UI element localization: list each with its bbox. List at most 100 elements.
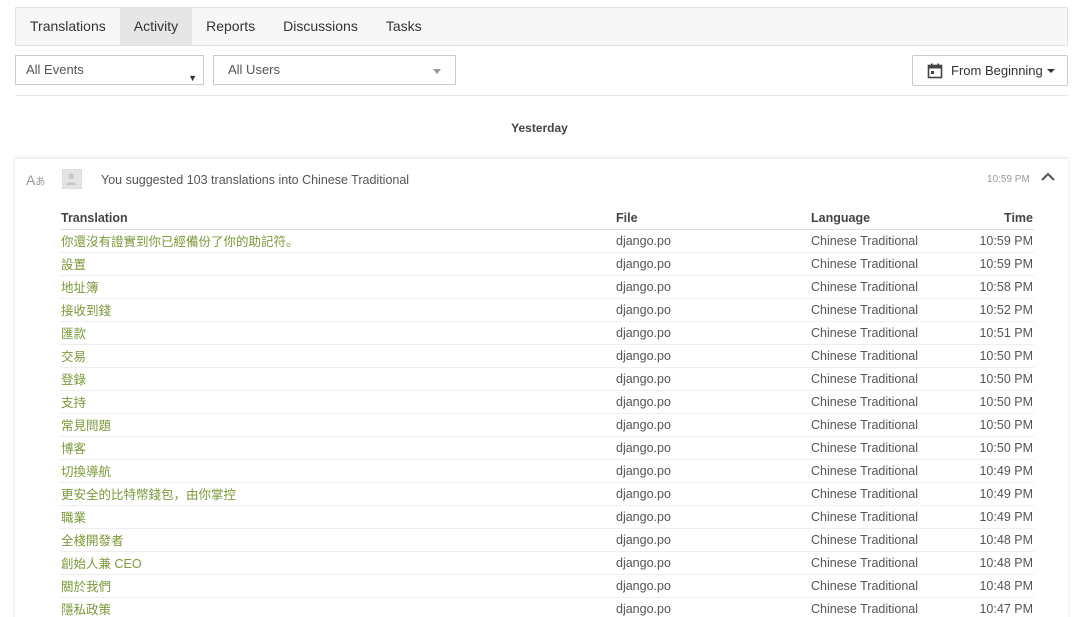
file-cell: django.po (615, 229, 810, 253)
language-cell: Chinese Traditional (810, 229, 960, 253)
time-cell: 10:48 PM (960, 574, 1034, 598)
events-filter-select[interactable]: All Events ▼ (15, 55, 204, 85)
tab-tasks[interactable]: Tasks (372, 8, 436, 45)
divider (15, 95, 1068, 96)
file-cell: django.po (615, 482, 810, 506)
translations-table: Translation File Language Time 你還沒有證實到你已… (60, 207, 1034, 617)
tab-translations[interactable]: Translations (16, 8, 120, 45)
time-cell: 10:52 PM (960, 298, 1034, 322)
time-cell: 10:49 PM (960, 459, 1034, 483)
caret-down-icon: ▼ (188, 73, 197, 83)
table-row: 更安全的比特幣錢包，由你掌控 django.po Chinese Tradition… (60, 482, 1034, 506)
language-cell: Chinese Traditional (810, 413, 960, 437)
table-row: 博客 django.po Chinese Traditional 10:50 PM (60, 436, 1034, 460)
column-header-time: Time (960, 207, 1034, 230)
file-cell: django.po (615, 413, 810, 437)
time-cell: 10:48 PM (960, 551, 1034, 575)
file-cell: django.po (615, 574, 810, 598)
column-header-translation: Translation (60, 207, 615, 230)
language-cell: Chinese Traditional (810, 459, 960, 483)
time-cell: 10:47 PM (960, 597, 1034, 617)
events-filter-value: All Events (26, 62, 84, 77)
calendar-icon (927, 63, 943, 78)
table-row: 交易 django.po Chinese Traditional 10:50 PM (60, 344, 1034, 368)
avatar (62, 169, 82, 189)
tab-discussions[interactable]: Discussions (269, 8, 372, 45)
table-row: 接收到錢 django.po Chinese Traditional 10:52 PM (60, 298, 1034, 322)
time-cell: 10:50 PM (960, 367, 1034, 391)
chevron-up-icon[interactable] (1040, 169, 1056, 185)
tab-activity[interactable]: Activity (119, 8, 193, 45)
table-row: 你還沒有證實到你已經備份了你的助記符。 django.po Chinese Trad… (60, 229, 1034, 253)
translation-link[interactable]: 接收到錢 (60, 298, 615, 322)
file-cell: django.po (615, 252, 810, 276)
translation-link[interactable]: 支持 (60, 390, 615, 414)
time-cell: 10:48 PM (960, 528, 1034, 552)
language-cell: Chinese Traditional (810, 321, 960, 345)
file-cell: django.po (615, 505, 810, 529)
translation-link[interactable]: 匯款 (60, 321, 615, 345)
table-row: 關於我們 django.po Chinese Traditional 10:48 PM (60, 574, 1034, 598)
file-cell: django.po (615, 321, 810, 345)
table-header-row: Translation File Language Time (60, 207, 1034, 230)
time-cell: 10:58 PM (960, 275, 1034, 299)
table-row: 創始人兼 CEO django.po Chinese Traditional 10:4… (60, 551, 1034, 575)
user-icon (65, 173, 77, 186)
table-row: 隱私政策 django.po Chinese Traditional 10:47 PM (60, 597, 1034, 617)
time-cell: 10:51 PM (960, 321, 1034, 345)
language-cell: Chinese Traditional (810, 252, 960, 276)
translation-link[interactable]: 地址簿 (60, 275, 615, 299)
translation-link[interactable]: 交易 (60, 344, 615, 368)
table-row: 登錄 django.po Chinese Traditional 10:50 PM (60, 367, 1034, 391)
translation-link[interactable]: 隱私政策 (60, 597, 615, 617)
translation-link[interactable]: 登錄 (60, 367, 615, 391)
translation-link[interactable]: 職業 (60, 505, 615, 529)
time-cell: 10:50 PM (960, 413, 1034, 437)
time-cell: 10:50 PM (960, 390, 1034, 414)
users-filter-value: All Users (228, 62, 281, 77)
language-cell: Chinese Traditional (810, 436, 960, 460)
tab-reports[interactable]: Reports (192, 8, 269, 45)
table-row: 切換導航 django.po Chinese Traditional 10:49 PM (60, 459, 1034, 483)
time-cell: 10:59 PM (960, 229, 1034, 253)
translation-link[interactable]: 創始人兼 CEO (60, 551, 615, 575)
time-cell: 10:50 PM (960, 436, 1034, 460)
translation-link[interactable]: 博客 (60, 436, 615, 460)
column-header-file: File (615, 207, 810, 230)
table-row: 匯款 django.po Chinese Traditional 10:51 PM (60, 321, 1034, 345)
translation-link[interactable]: 切換導航 (60, 459, 615, 483)
table-row: 設置 django.po Chinese Traditional 10:59 PM (60, 252, 1034, 276)
table-row: 全棧開發者 django.po Chinese Traditional 10:48 P… (60, 528, 1034, 552)
language-cell: Chinese Traditional (810, 528, 960, 552)
translation-link[interactable]: 常見問題 (60, 413, 615, 437)
language-cell: Chinese Traditional (810, 551, 960, 575)
date-range-label: From Beginning (951, 63, 1043, 78)
translation-link[interactable]: 關於我們 (60, 574, 615, 598)
date-range-button[interactable]: From Beginning (912, 55, 1068, 86)
language-cell: Chinese Traditional (810, 344, 960, 368)
translation-link[interactable]: 全棧開發者 (60, 528, 615, 552)
file-cell: django.po (615, 275, 810, 299)
table-row: 職業 django.po Chinese Traditional 10:49 PM (60, 505, 1034, 529)
users-filter-select[interactable]: All Users (213, 55, 456, 85)
language-cell: Chinese Traditional (810, 505, 960, 529)
time-cell: 10:59 PM (960, 252, 1034, 276)
language-cell: Chinese Traditional (810, 597, 960, 617)
time-cell: 10:49 PM (960, 505, 1034, 529)
file-cell: django.po (615, 597, 810, 617)
file-cell: django.po (615, 390, 810, 414)
table-row: 支持 django.po Chinese Traditional 10:50 PM (60, 390, 1034, 414)
language-cell: Chinese Traditional (810, 298, 960, 322)
translation-link[interactable]: 設置 (60, 252, 615, 276)
translation-link[interactable]: 你還沒有證實到你已經備份了你的助記符。 (60, 229, 615, 253)
table-row: 地址簿 django.po Chinese Traditional 10:58 PM (60, 275, 1034, 299)
file-cell: django.po (615, 298, 810, 322)
language-cell: Chinese Traditional (810, 482, 960, 506)
caret-down-icon (1046, 68, 1055, 73)
file-cell: django.po (615, 436, 810, 460)
translation-link[interactable]: 更安全的比特幣錢包，由你掌控 (60, 482, 615, 506)
language-cell: Chinese Traditional (810, 390, 960, 414)
language-cell: Chinese Traditional (810, 574, 960, 598)
language-cell: Chinese Traditional (810, 367, 960, 391)
activity-summary: You suggested 103 translations into Chin… (101, 173, 410, 187)
